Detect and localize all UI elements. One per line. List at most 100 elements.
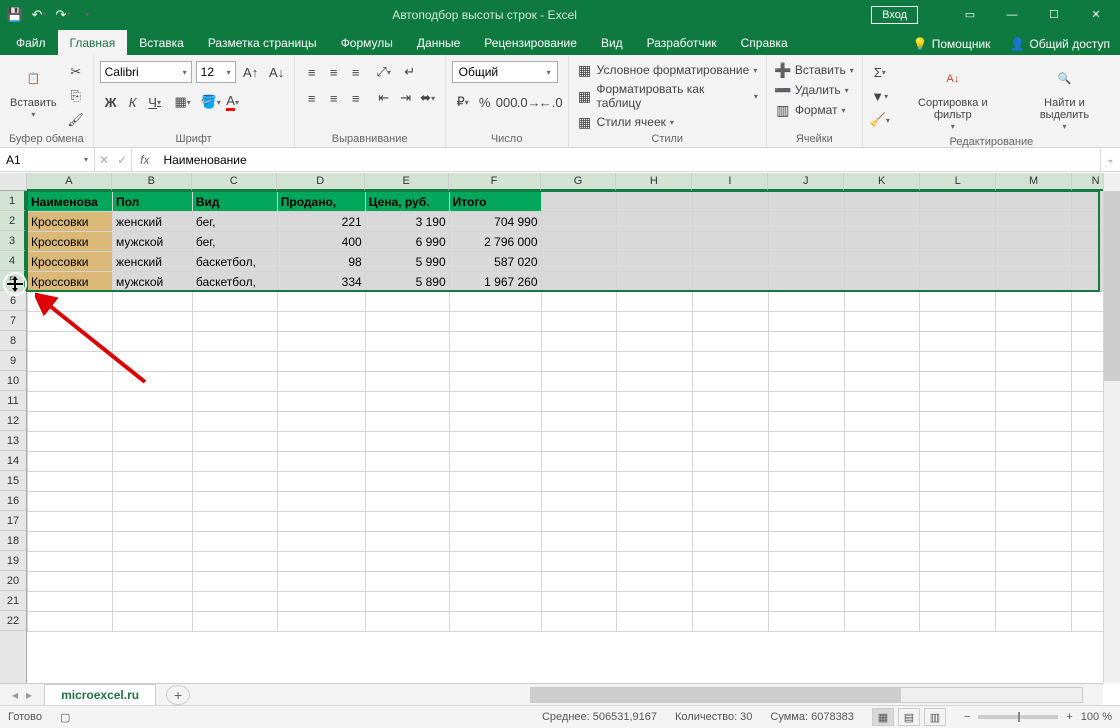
vertical-scrollbar[interactable] bbox=[1103, 173, 1120, 683]
cell[interactable] bbox=[28, 572, 113, 592]
cell[interactable] bbox=[996, 312, 1072, 332]
cell[interactable] bbox=[449, 572, 541, 592]
tab-review[interactable]: Рецензирование bbox=[472, 30, 589, 55]
cell[interactable] bbox=[617, 492, 693, 512]
cell[interactable] bbox=[192, 312, 277, 332]
increase-decimal-icon[interactable]: .0→ bbox=[518, 91, 540, 113]
format-as-table-button[interactable]: ▦Форматировать как таблицу▾ bbox=[575, 81, 760, 111]
enter-icon[interactable]: ✓ bbox=[117, 153, 127, 167]
tab-help[interactable]: Справка bbox=[729, 30, 800, 55]
cell[interactable] bbox=[449, 412, 541, 432]
cell[interactable] bbox=[277, 492, 365, 512]
cell[interactable] bbox=[192, 572, 277, 592]
cell[interactable] bbox=[28, 532, 113, 552]
cell[interactable]: Кроссовки bbox=[28, 252, 113, 272]
conditional-formatting-button[interactable]: ▦Условное форматирование▾ bbox=[575, 61, 760, 79]
cell[interactable] bbox=[449, 612, 541, 632]
row-header[interactable]: 18 bbox=[0, 531, 26, 551]
cell[interactable] bbox=[996, 252, 1072, 272]
cell[interactable] bbox=[920, 232, 996, 252]
cell[interactable] bbox=[617, 392, 693, 412]
borders-icon[interactable]: ▦▾ bbox=[172, 91, 194, 113]
cell[interactable] bbox=[768, 512, 844, 532]
cell[interactable] bbox=[617, 192, 693, 212]
cell[interactable] bbox=[112, 592, 192, 612]
fill-color-icon[interactable]: 🪣▾ bbox=[200, 91, 222, 113]
cell[interactable]: Итого bbox=[449, 192, 541, 212]
signin-button[interactable]: Вход bbox=[871, 6, 918, 24]
cell[interactable] bbox=[617, 212, 693, 232]
cell[interactable]: бег, bbox=[192, 232, 277, 252]
col-header-H[interactable]: H bbox=[616, 173, 692, 191]
cell[interactable] bbox=[365, 452, 449, 472]
cell[interactable] bbox=[112, 512, 192, 532]
cell[interactable] bbox=[768, 592, 844, 612]
cell[interactable] bbox=[996, 432, 1072, 452]
cell[interactable] bbox=[693, 572, 769, 592]
cell[interactable] bbox=[768, 232, 844, 252]
cell[interactable] bbox=[365, 552, 449, 572]
cell[interactable] bbox=[693, 412, 769, 432]
cell[interactable] bbox=[449, 392, 541, 412]
cell[interactable] bbox=[541, 212, 617, 232]
cell[interactable] bbox=[996, 532, 1072, 552]
cell[interactable] bbox=[693, 252, 769, 272]
cell[interactable] bbox=[617, 472, 693, 492]
align-right-icon[interactable]: ≡ bbox=[345, 87, 367, 109]
cell[interactable] bbox=[277, 372, 365, 392]
cell[interactable]: 5 890 bbox=[365, 272, 449, 292]
cell[interactable] bbox=[192, 512, 277, 532]
number-format-combo[interactable]: Общий▾ bbox=[452, 61, 558, 83]
cell[interactable] bbox=[920, 212, 996, 232]
cell[interactable]: Пол bbox=[112, 192, 192, 212]
cell[interactable] bbox=[112, 432, 192, 452]
cell[interactable] bbox=[693, 432, 769, 452]
redo-icon[interactable]: ↷▾ bbox=[52, 4, 74, 26]
cell[interactable] bbox=[617, 552, 693, 572]
cell[interactable] bbox=[617, 252, 693, 272]
cell[interactable] bbox=[112, 412, 192, 432]
cell[interactable] bbox=[28, 492, 113, 512]
cell[interactable] bbox=[277, 552, 365, 572]
cell[interactable] bbox=[693, 592, 769, 612]
fill-icon[interactable]: ▼▾ bbox=[869, 85, 891, 107]
cell[interactable] bbox=[920, 312, 996, 332]
cell[interactable] bbox=[920, 492, 996, 512]
cell[interactable] bbox=[768, 292, 844, 312]
cell[interactable] bbox=[844, 592, 920, 612]
cell[interactable] bbox=[541, 252, 617, 272]
align-left-icon[interactable]: ≡ bbox=[301, 87, 323, 109]
expand-formula-bar-icon[interactable]: ⌄ bbox=[1100, 148, 1120, 171]
cell[interactable] bbox=[541, 512, 617, 532]
view-page-layout-icon[interactable]: ▤ bbox=[898, 708, 920, 726]
row-header[interactable]: 9 bbox=[0, 351, 26, 371]
cell[interactable] bbox=[768, 252, 844, 272]
cell[interactable] bbox=[996, 452, 1072, 472]
cell[interactable] bbox=[449, 452, 541, 472]
cell[interactable] bbox=[449, 552, 541, 572]
cell[interactable] bbox=[844, 292, 920, 312]
cell[interactable] bbox=[541, 532, 617, 552]
cell[interactable] bbox=[617, 352, 693, 372]
hscroll-thumb[interactable] bbox=[531, 688, 901, 702]
cell[interactable]: 221 bbox=[277, 212, 365, 232]
select-all-corner[interactable] bbox=[0, 173, 27, 190]
zoom-in-button[interactable]: + bbox=[1066, 711, 1072, 723]
cell[interactable] bbox=[112, 372, 192, 392]
cell[interactable] bbox=[768, 472, 844, 492]
cell[interactable] bbox=[920, 552, 996, 572]
cell[interactable] bbox=[693, 472, 769, 492]
cell[interactable] bbox=[768, 272, 844, 292]
cell[interactable] bbox=[768, 372, 844, 392]
cell[interactable] bbox=[541, 472, 617, 492]
cell[interactable]: 98 bbox=[277, 252, 365, 272]
cell[interactable] bbox=[541, 432, 617, 452]
cell[interactable] bbox=[541, 612, 617, 632]
cell[interactable]: Кроссовки bbox=[28, 272, 113, 292]
format-cells-button[interactable]: ▥Формат▾ bbox=[773, 101, 848, 119]
row-header[interactable]: 5 bbox=[0, 271, 26, 291]
cell[interactable] bbox=[617, 512, 693, 532]
row-header[interactable]: 19 bbox=[0, 551, 26, 571]
cell[interactable] bbox=[541, 492, 617, 512]
font-size-combo[interactable]: 12▾ bbox=[196, 61, 236, 83]
